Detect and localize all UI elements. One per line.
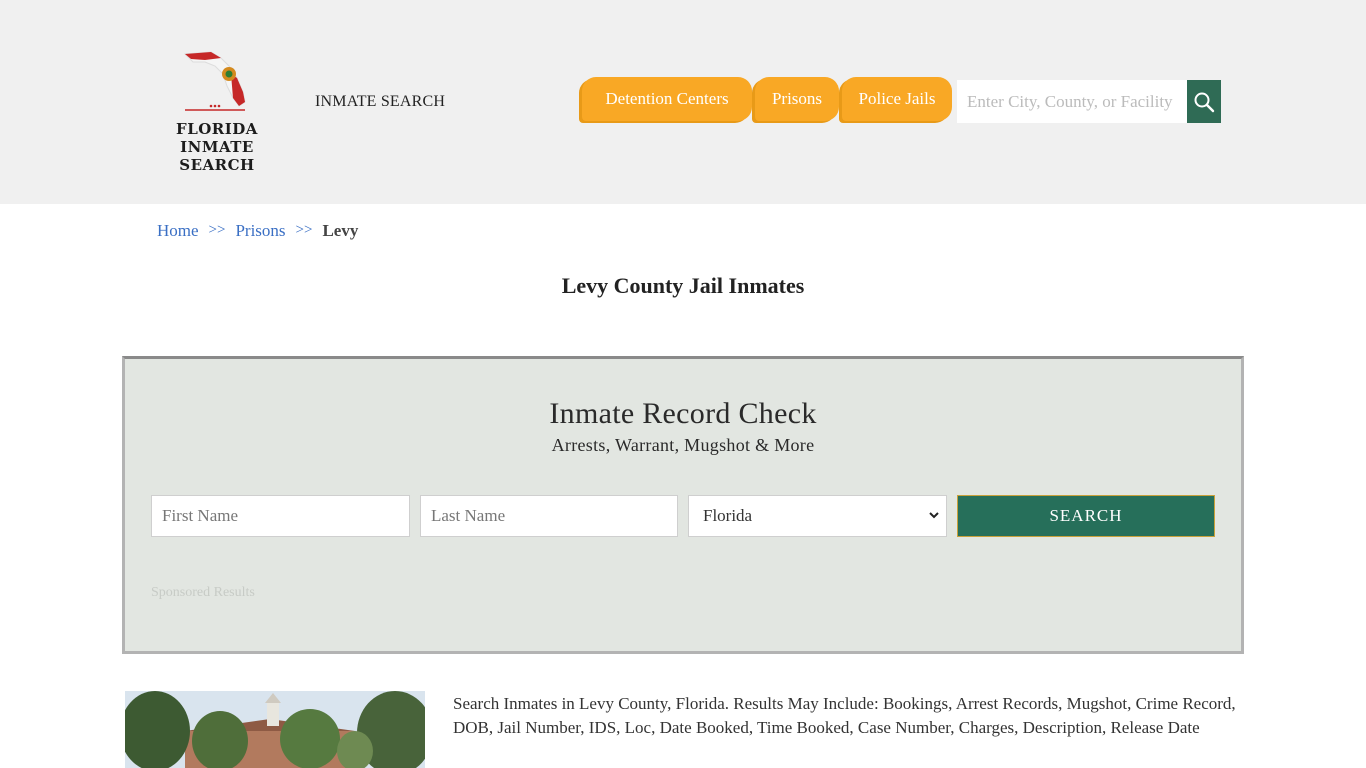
site-logo[interactable]: FLORIDA INMATE SEARCH: [148, 44, 288, 174]
last-name-input[interactable]: [420, 495, 678, 537]
breadcrumb-separator: >>: [208, 222, 226, 238]
chevron-down-icon: [929, 512, 939, 519]
facility-search-input[interactable]: [957, 80, 1187, 123]
breadcrumb-prisons[interactable]: Prisons: [235, 221, 285, 241]
record-search-button[interactable]: SEARCH: [957, 495, 1215, 537]
inmate-search-link[interactable]: INMATE SEARCH: [315, 93, 445, 111]
inmate-record-check-panel: Inmate Record Check Arrests, Warrant, Mu…: [122, 356, 1244, 654]
breadcrumb-current: Levy: [322, 221, 359, 240]
facility-search-button[interactable]: [1187, 80, 1221, 123]
county-description: Search Inmates in Levy County, Florida. …: [453, 694, 1236, 737]
site-header: FLORIDA INMATE SEARCH INMATE SEARCH Dete…: [0, 0, 1366, 204]
record-check-title: Inmate Record Check: [549, 397, 817, 430]
sponsored-results-label: Sponsored Results: [151, 585, 255, 600]
state-select-value: Florida: [703, 506, 753, 525]
logo-text-inmate-search: INMATE SEARCH: [179, 138, 255, 174]
breadcrumb: Home >> Prisons >> Levy: [157, 221, 358, 241]
record-check-subtitle: Arrests, Warrant, Mugshot & More: [551, 435, 815, 455]
first-name-input[interactable]: [151, 495, 410, 537]
jail-photo: [125, 691, 425, 768]
nav-detention-centers[interactable]: Detention Centers: [582, 77, 752, 121]
state-select[interactable]: Florida: [688, 495, 947, 537]
breadcrumb-home[interactable]: Home: [157, 221, 199, 241]
search-icon: [1194, 92, 1215, 112]
page-title: Levy County Jail Inmates: [561, 273, 805, 298]
breadcrumb-separator: >>: [295, 222, 313, 238]
florida-flag-map-icon: [183, 51, 246, 111]
jail-building-image: [125, 691, 425, 768]
logo-text-florida: FLORIDA: [176, 120, 258, 138]
nav-prisons[interactable]: Prisons: [755, 77, 839, 121]
nav-police-jails[interactable]: Police Jails: [842, 77, 952, 121]
